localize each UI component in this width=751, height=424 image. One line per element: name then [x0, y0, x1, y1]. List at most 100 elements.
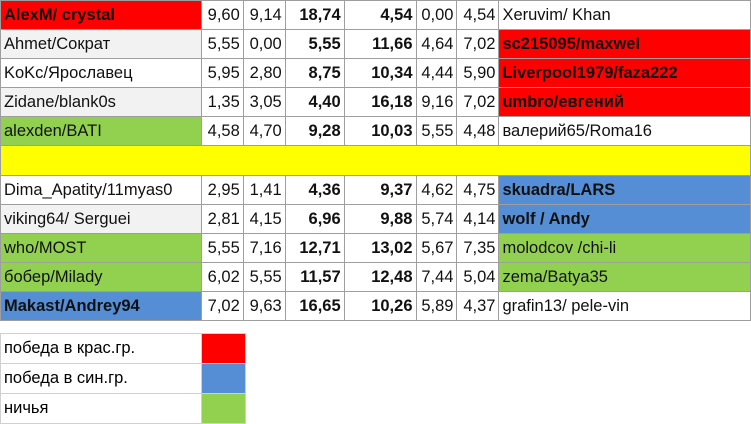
table-row: KoKc/Ярославец 5,95 2,80 8,75 10,34 4,44 5,90 L… [0, 58, 751, 88]
score-cell: 0,00 [242, 29, 286, 59]
total-cell: 9,88 [343, 204, 417, 234]
left-team-cell: AlexM/ crystal [0, 0, 202, 30]
score-cell: 4,75 [456, 175, 500, 205]
results-table: AlexM/ crystal 9,60 9,14 18,74 4,54 0,00 4,54 X… [0, 0, 751, 321]
bottom-group-rows: Dima_Apatity/11myas0 2,95 1,41 4,36 9,37 4,62… [0, 175, 751, 321]
total-cell: 9,28 [284, 116, 345, 146]
score-cell: 5,89 [415, 291, 458, 321]
table-row: бобер/Milady 6,02 5,55 11,57 12,48 7,44 5,04 z… [0, 262, 751, 292]
score-cell: 1,41 [242, 175, 286, 205]
total-cell: 10,26 [343, 291, 417, 321]
score-cell: 5,04 [456, 262, 500, 292]
score-cell: 6,02 [200, 262, 244, 292]
total-cell: 12,48 [343, 262, 417, 292]
score-cell: 4,15 [242, 204, 286, 234]
total-cell: 5,55 [284, 29, 345, 59]
score-cell: 0,00 [415, 0, 458, 30]
score-cell: 4,54 [456, 0, 500, 30]
score-cell: 5,55 [200, 29, 244, 59]
total-cell: 10,34 [343, 58, 417, 88]
left-team-cell: alexden/BATI [0, 116, 202, 146]
score-cell: 5,74 [415, 204, 458, 234]
legend-label: ничья [0, 393, 202, 424]
legend-item: победа в крас.гр. [0, 333, 246, 364]
score-cell: 7,44 [415, 262, 458, 292]
score-cell: 5,55 [415, 116, 458, 146]
score-cell: 2,81 [200, 204, 244, 234]
score-cell: 3,05 [242, 87, 286, 117]
separator-row [0, 145, 751, 176]
score-cell: 9,63 [242, 291, 286, 321]
table-row: Makast/Andrey94 7,02 9,63 16,65 10,26 5,89 4,3… [0, 291, 751, 321]
score-cell: 9,16 [415, 87, 458, 117]
right-team-cell: Liverpool1979/faza222 [498, 58, 751, 88]
total-cell: 9,37 [343, 175, 417, 205]
score-cell: 5,95 [200, 58, 244, 88]
left-team-cell: KoKc/Ярославец [0, 58, 202, 88]
left-team-cell: Dima_Apatity/11myas0 [0, 175, 202, 205]
yellow-separator [0, 145, 751, 176]
total-cell: 11,66 [343, 29, 417, 59]
left-team-cell: viking64/ Serguei [0, 204, 202, 234]
total-cell: 13,02 [343, 233, 417, 263]
score-cell: 7,02 [200, 291, 244, 321]
right-team-cell: sc215095/maxwel [498, 29, 751, 59]
right-team-cell: zema/Batya35 [498, 262, 751, 292]
legend-item: победа в син.гр. [0, 363, 246, 394]
score-cell: 7,02 [456, 29, 500, 59]
score-cell: 2,95 [200, 175, 244, 205]
right-team-cell: wolf / Andy [498, 204, 751, 234]
score-cell: 5,55 [200, 233, 244, 263]
table-row: Zidane/blank0s 1,35 3,05 4,40 16,18 9,16 7,02 u… [0, 87, 751, 117]
left-team-cell: Zidane/blank0s [0, 87, 202, 117]
top-group-rows: AlexM/ crystal 9,60 9,14 18,74 4,54 0,00 4,54 X… [0, 0, 751, 146]
right-team-cell: skuadra/LARS [498, 175, 751, 205]
score-cell: 1,35 [200, 87, 244, 117]
table-row: alexden/BATI 4,58 4,70 9,28 10,03 5,55 4,48 вал… [0, 116, 751, 146]
score-cell: 9,14 [242, 0, 286, 30]
score-cell: 5,55 [242, 262, 286, 292]
legend: победа в крас.гр. победа в син.гр. ничья [0, 333, 246, 424]
score-cell: 4,14 [456, 204, 500, 234]
right-team-cell: валерий65/Roma16 [498, 116, 751, 146]
right-team-cell: umbro/евгений [498, 87, 751, 117]
left-team-cell: who/MOST [0, 233, 202, 263]
score-cell: 4,58 [200, 116, 244, 146]
right-team-cell: Xeruvim/ Khan [498, 0, 751, 30]
legend-item: ничья [0, 393, 246, 424]
score-cell: 4,37 [456, 291, 500, 321]
left-team-cell: бобер/Milady [0, 262, 202, 292]
legend-label: победа в син.гр. [0, 363, 202, 394]
total-cell: 11,57 [284, 262, 345, 292]
total-cell: 4,40 [284, 87, 345, 117]
legend-swatch [201, 363, 246, 394]
score-cell: 7,02 [456, 87, 500, 117]
table-row: who/MOST 5,55 7,16 12,71 13,02 5,67 7,35 molod… [0, 233, 751, 263]
total-cell: 4,36 [284, 175, 345, 205]
score-cell: 4,70 [242, 116, 286, 146]
total-cell: 6,96 [284, 204, 345, 234]
total-cell: 18,74 [284, 0, 345, 30]
total-cell: 16,18 [343, 87, 417, 117]
table-row: viking64/ Serguei 2,81 4,15 6,96 9,88 5,74 4,1… [0, 204, 751, 234]
score-cell: 4,48 [456, 116, 500, 146]
table-row: Dima_Apatity/11myas0 2,95 1,41 4,36 9,37 4,62… [0, 175, 751, 205]
score-cell: 4,64 [415, 29, 458, 59]
score-cell: 4,44 [415, 58, 458, 88]
right-team-cell: molodcov /chi-li [498, 233, 751, 263]
legend-label: победа в крас.гр. [0, 333, 202, 364]
total-cell: 4,54 [343, 0, 417, 30]
score-cell: 4,62 [415, 175, 458, 205]
legend-swatch [201, 333, 246, 364]
score-cell: 7,35 [456, 233, 500, 263]
score-cell: 5,67 [415, 233, 458, 263]
right-team-cell: grafin13/ pele-vin [498, 291, 751, 321]
total-cell: 8,75 [284, 58, 345, 88]
score-cell: 2,80 [242, 58, 286, 88]
legend-swatch [201, 393, 246, 424]
left-team-cell: Makast/Andrey94 [0, 291, 202, 321]
score-cell: 9,60 [200, 0, 244, 30]
total-cell: 16,65 [284, 291, 345, 321]
score-cell: 5,90 [456, 58, 500, 88]
left-team-cell: Ahmet/Сократ [0, 29, 202, 59]
